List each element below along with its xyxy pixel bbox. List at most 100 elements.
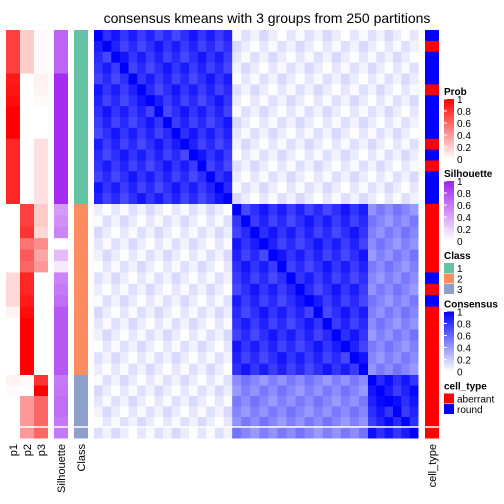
consensus-cell <box>313 406 324 418</box>
consensus-cell <box>188 138 199 151</box>
consensus-cell <box>128 283 138 296</box>
consensus-cell <box>313 427 324 439</box>
consensus-cell <box>331 40 342 53</box>
consensus-cell <box>322 117 333 129</box>
consensus-cell <box>241 160 251 172</box>
consensus-cell <box>180 295 190 308</box>
consensus-cell <box>409 329 419 342</box>
consensus-cell <box>145 182 155 194</box>
class-cell <box>74 283 88 296</box>
prob-cell-p3 <box>34 106 48 118</box>
consensus-cell <box>180 160 190 172</box>
consensus-cell <box>180 117 190 129</box>
consensus-cell <box>232 329 242 342</box>
consensus-cell <box>128 62 138 74</box>
consensus-cell <box>206 84 216 96</box>
consensus-cell <box>295 40 306 53</box>
consensus-cell <box>137 363 147 376</box>
consensus-cell <box>409 171 419 183</box>
column-label-p3: p3 <box>36 444 48 456</box>
consensus-cell <box>171 306 181 319</box>
consensus-cell <box>250 84 260 96</box>
consensus-cell <box>409 40 419 53</box>
consensus-cell <box>295 385 306 397</box>
consensus-cell <box>277 182 287 194</box>
consensus-cell <box>111 84 121 96</box>
consensus-cell <box>223 204 233 216</box>
legend-title-cell-type: cell_type <box>444 382 487 393</box>
consensus-cell <box>214 427 225 439</box>
consensus-cell <box>119 204 130 216</box>
silhouette-cell <box>54 95 68 107</box>
consensus-cell <box>137 182 147 194</box>
consensus-cell <box>277 375 287 386</box>
consensus-cell <box>154 306 164 319</box>
consensus-cell <box>392 295 402 308</box>
prob-cell-p2 <box>20 261 34 273</box>
consensus-cell <box>268 375 278 386</box>
consensus-cell <box>358 340 369 353</box>
consensus-cell <box>322 193 333 205</box>
consensus-cell <box>145 215 155 228</box>
consensus-cell <box>286 182 297 194</box>
consensus-cell <box>295 30 306 42</box>
consensus-cell <box>214 406 225 418</box>
consensus-cell <box>250 138 260 151</box>
consensus-cell <box>409 117 419 129</box>
consensus-cell <box>340 329 351 342</box>
consensus-cell <box>331 149 342 161</box>
consensus-cell <box>206 385 216 397</box>
silhouette-cell <box>54 160 68 172</box>
consensus-cell <box>94 396 104 407</box>
consensus-cell <box>367 249 377 262</box>
consensus-cell <box>119 106 130 118</box>
consensus-cell <box>102 249 112 262</box>
consensus-cell <box>119 261 130 273</box>
consensus-cell <box>277 204 287 216</box>
class-cell <box>74 138 88 151</box>
consensus-cell <box>349 62 360 74</box>
consensus-cell <box>401 427 411 439</box>
class-cell <box>74 329 88 342</box>
class-cell <box>74 193 88 205</box>
consensus-cell <box>409 215 419 228</box>
cell-type-cell <box>425 226 439 239</box>
consensus-cell <box>232 261 242 273</box>
consensus-cell <box>384 363 394 376</box>
consensus-cell <box>384 30 394 42</box>
consensus-cell <box>367 160 377 172</box>
consensus-cell <box>340 363 351 376</box>
consensus-cell <box>137 396 147 407</box>
consensus-cell <box>409 272 419 285</box>
consensus-cell <box>331 363 342 376</box>
consensus-cell <box>392 318 402 330</box>
consensus-cell <box>409 318 419 330</box>
consensus-cell <box>259 261 269 273</box>
consensus-cell <box>119 127 130 140</box>
consensus-cell <box>232 117 242 129</box>
consensus-cell <box>223 318 233 330</box>
consensus-cell <box>119 84 130 96</box>
consensus-cell <box>188 149 199 161</box>
consensus-cell <box>171 406 181 418</box>
consensus-cell <box>241 171 251 183</box>
consensus-cell <box>171 396 181 407</box>
consensus-cell <box>111 329 121 342</box>
consensus-cell <box>180 51 190 64</box>
consensus-cell <box>128 171 138 183</box>
cell-type-cell <box>425 215 439 228</box>
consensus-cell <box>358 375 369 386</box>
consensus-cell <box>268 160 278 172</box>
consensus-cell <box>241 182 251 194</box>
consensus-cell <box>154 329 164 342</box>
consensus-cell <box>349 295 360 308</box>
legend-item-label: 1 <box>457 264 463 275</box>
consensus-cell <box>102 127 112 140</box>
consensus-cell <box>286 204 297 216</box>
consensus-cell <box>286 215 297 228</box>
consensus-cell <box>137 226 147 239</box>
consensus-cell <box>197 318 207 330</box>
consensus-cell <box>304 62 315 74</box>
consensus-cell <box>349 106 360 118</box>
consensus-cell <box>376 149 386 161</box>
